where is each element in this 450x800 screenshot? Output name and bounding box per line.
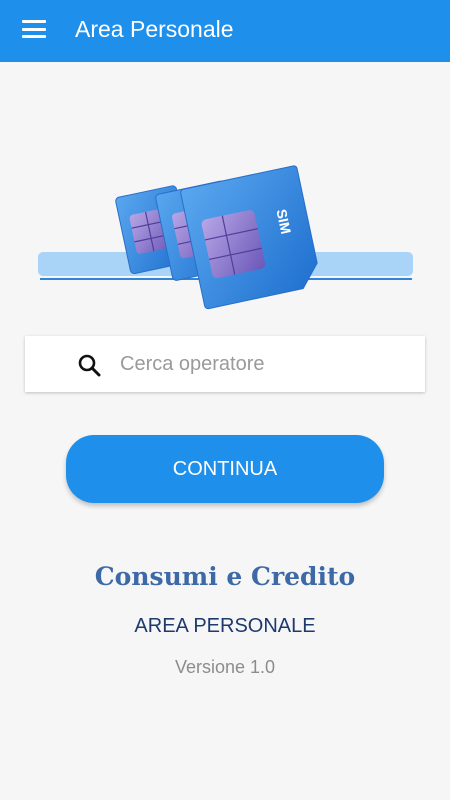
search-icon[interactable] (77, 353, 101, 377)
app-subtitle: AREA PERSONALE (134, 615, 316, 637)
app-version: Versione 1.0 (174, 657, 276, 677)
sim-card-3: SIM (180, 165, 318, 310)
operator-search-box (25, 336, 430, 392)
continue-button[interactable]: CONTINUA (66, 435, 384, 503)
app-bar: Area Personale (0, 0, 450, 62)
hamburger-menu-icon[interactable] (22, 18, 48, 40)
operator-search-input[interactable] (120, 346, 430, 382)
sim-cards-illustration: SIM (38, 165, 413, 310)
app-name: Consumi e Credito (94, 562, 356, 591)
page-title: Area Personale (75, 16, 234, 42)
